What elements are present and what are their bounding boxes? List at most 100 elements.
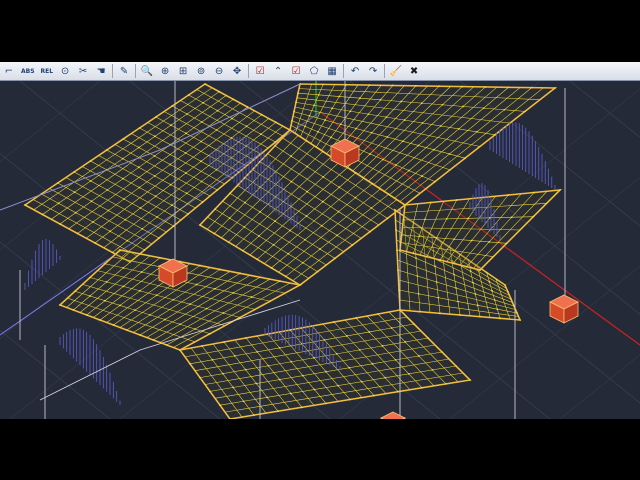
mesh-node	[159, 256, 161, 259]
pan-icon[interactable]: ✥	[229, 63, 245, 79]
grid-line	[0, 81, 101, 162]
mesh-node	[111, 251, 114, 254]
mesh-node	[289, 229, 291, 232]
mesh-node	[149, 313, 151, 316]
mesh-node	[156, 216, 158, 218]
mesh-node	[507, 86, 510, 89]
toolbar: ⌐ ABS REL ⊙ ✂ ☚ ✎ 🔍 ⊕ ⊞ ⊚ ⊖ ✥ ☑ ⌃ ☑ ⬠ ▦ ↶ ↷ 🧹 ✖	[0, 62, 640, 81]
mesh-node	[360, 380, 363, 383]
rel-coordinates-button[interactable]: REL	[39, 63, 56, 79]
mesh-node	[213, 232, 216, 235]
mesh-node	[228, 217, 231, 219]
mesh-node	[179, 349, 181, 351]
coordinate-axis-icon[interactable]: ⌐	[1, 63, 17, 79]
mesh-node	[445, 383, 447, 385]
mesh-node	[404, 341, 407, 343]
toolbar-separator	[384, 64, 386, 78]
mesh-node	[56, 182, 59, 184]
mesh-node	[507, 194, 510, 196]
select-icon[interactable]: ☑	[288, 63, 304, 79]
zoom-icon[interactable]: 🔍	[139, 63, 155, 79]
mesh-node	[479, 315, 481, 318]
mesh-node	[74, 290, 76, 293]
mesh-node	[371, 362, 374, 365]
zoom-all-icon[interactable]: ⊚	[193, 63, 209, 79]
mesh-node	[256, 258, 259, 261]
mesh-node	[140, 271, 143, 273]
model-viewport[interactable]	[0, 81, 640, 419]
mesh-node	[493, 299, 496, 301]
mesh-node	[124, 218, 127, 221]
mesh-node	[453, 273, 455, 276]
mesh-node	[279, 280, 281, 283]
mesh-node	[289, 129, 291, 131]
mesh-node	[187, 94, 190, 96]
undo-icon[interactable]: ↶	[347, 63, 363, 79]
mesh-node	[384, 376, 387, 379]
mesh-node	[488, 280, 491, 283]
mesh-node	[336, 234, 339, 237]
mesh-node	[171, 105, 174, 107]
mesh-node	[154, 135, 156, 138]
mesh-node	[99, 319, 101, 321]
mesh-node	[400, 234, 403, 236]
mesh-node	[185, 192, 188, 195]
support-marker	[549, 294, 579, 324]
mesh-node	[403, 119, 406, 121]
mesh-node	[421, 122, 424, 124]
mesh-node	[507, 291, 509, 293]
mesh-node	[89, 295, 91, 297]
mesh-node	[488, 241, 491, 243]
pentagon-icon[interactable]: ⬠	[306, 63, 322, 79]
mesh-node	[139, 289, 141, 292]
capture-icon[interactable]: ⊙	[57, 63, 73, 79]
mesh-node	[465, 265, 468, 268]
mesh-node	[245, 337, 247, 339]
mesh-node	[122, 177, 124, 180]
mesh-node	[239, 272, 241, 275]
mesh-node	[186, 113, 188, 115]
mesh-node	[274, 141, 277, 143]
redo-icon[interactable]: ↷	[365, 63, 381, 79]
hand-icon[interactable]: ☚	[93, 63, 109, 79]
slab-mesh	[23, 83, 563, 419]
mesh-node	[437, 296, 440, 299]
abs-coordinates-button[interactable]: ABS	[19, 63, 37, 79]
mesh-node	[407, 372, 410, 375]
zoom-window-icon[interactable]: ⊞	[175, 63, 191, 79]
mesh-node	[119, 304, 121, 307]
cut-icon[interactable]: ✂	[75, 63, 91, 79]
mesh-node	[266, 396, 269, 399]
mesh-node	[231, 117, 233, 120]
zoom-in-icon[interactable]: ⊕	[157, 63, 173, 79]
zoom-out-icon[interactable]: ⊖	[211, 63, 227, 79]
mesh-node	[194, 328, 196, 330]
mesh-node	[200, 180, 203, 183]
mesh-node	[165, 344, 168, 346]
mesh-node	[189, 362, 191, 365]
mesh-node	[331, 107, 334, 110]
mesh-node	[368, 331, 371, 333]
broom-icon[interactable]: 🧹	[388, 63, 404, 79]
mesh-node	[278, 346, 281, 349]
mesh-node	[209, 390, 211, 393]
mesh-node	[395, 164, 397, 166]
check-icon[interactable]: ☑	[252, 63, 268, 79]
mesh-node	[354, 171, 357, 174]
mesh-node	[425, 255, 428, 258]
close-icon[interactable]: ✖	[406, 63, 422, 79]
mesh-node	[227, 241, 230, 244]
polyline-icon[interactable]: ⌃	[270, 63, 286, 79]
mesh-node	[232, 98, 235, 101]
mesh-node	[317, 130, 319, 133]
mesh-node	[381, 345, 384, 347]
pencil-icon[interactable]: ✎	[116, 63, 132, 79]
mesh-node	[355, 317, 357, 319]
grid-icon[interactable]: ▦	[324, 63, 340, 79]
mesh-node	[382, 158, 384, 161]
mesh-node	[270, 266, 273, 269]
mesh-node	[134, 309, 136, 312]
mesh-node	[259, 276, 261, 279]
mesh-node	[107, 209, 110, 212]
letterbox-bottom	[0, 419, 640, 480]
